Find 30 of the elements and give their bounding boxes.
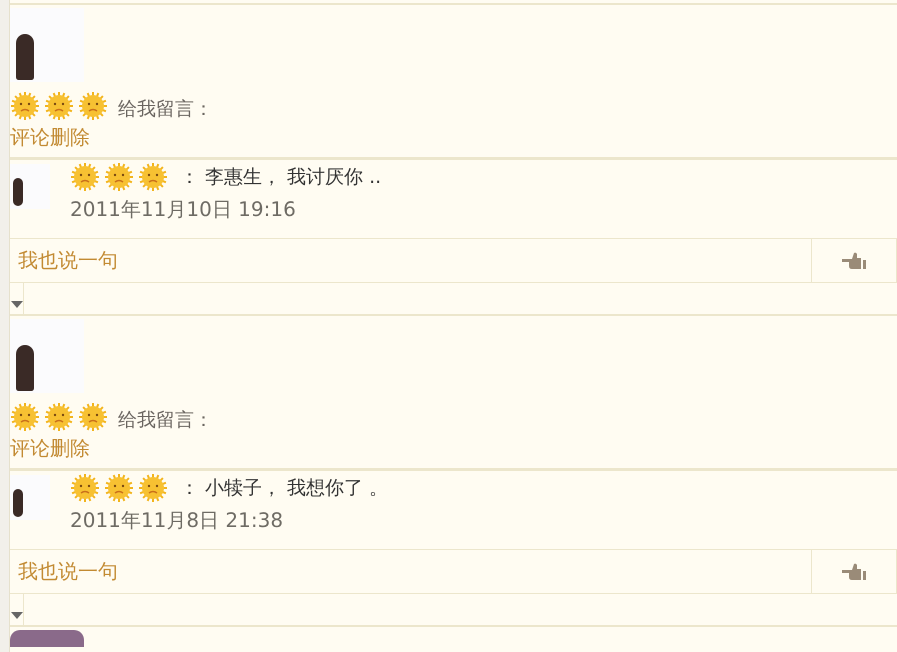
sun-face-icon xyxy=(78,402,108,432)
sun-face-icon xyxy=(10,91,40,121)
avatar-photo xyxy=(10,475,50,520)
sun-face-icon xyxy=(104,162,134,192)
avatar-photo xyxy=(10,164,50,209)
comment-input-field[interactable]: 我也说一句 xyxy=(10,239,812,282)
sun-face-icon xyxy=(10,402,40,432)
dropdown-button[interactable] xyxy=(10,283,24,314)
reply-date: 2011年11月10日 19:16 xyxy=(70,196,297,223)
pointing-hand-icon xyxy=(840,562,868,580)
reply-text: ： 小犊子， 我想你了 。 xyxy=(180,476,388,501)
reply-text: ： 李惠生， 我讨厌你 .. xyxy=(180,165,382,190)
sun-face-icon xyxy=(70,473,100,503)
message-label: 给我留言： xyxy=(118,408,213,433)
sun-face-icon xyxy=(104,473,134,503)
caret-down-icon xyxy=(10,612,22,619)
delete-comment-link[interactable]: 评论删除 xyxy=(10,124,90,151)
sun-face-icon xyxy=(138,162,168,192)
message-label: 给我留言： xyxy=(118,97,213,122)
sun-face-icon xyxy=(70,162,100,192)
delete-comment-link[interactable]: 评论删除 xyxy=(10,435,90,462)
caret-down-icon xyxy=(10,301,22,308)
dropdown-button[interactable] xyxy=(10,594,24,625)
comment-input-field[interactable]: 我也说一句 xyxy=(10,550,812,593)
sun-face-icon xyxy=(44,91,74,121)
sun-face-icon xyxy=(44,402,74,432)
reply-date: 2011年11月8日 21:38 xyxy=(70,507,284,534)
sun-face-icon xyxy=(138,473,168,503)
pointing-hand-icon xyxy=(840,252,868,270)
sun-face-icon xyxy=(78,91,108,121)
